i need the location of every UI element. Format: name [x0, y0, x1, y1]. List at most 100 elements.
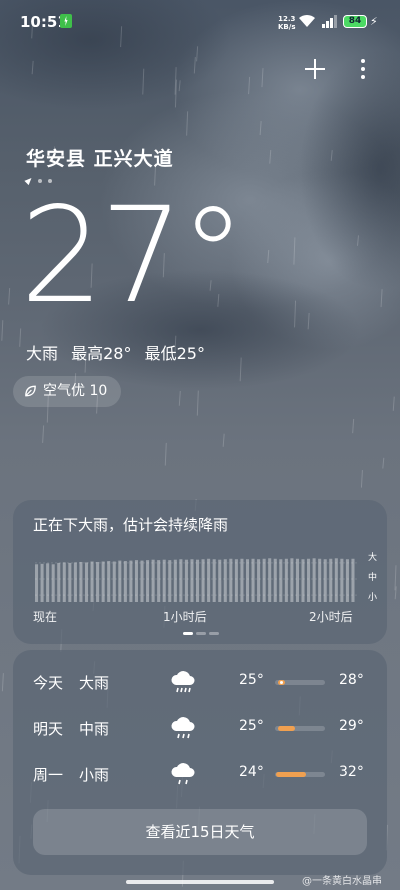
rain-streak [261, 68, 264, 88]
x-label-now: 现在 [33, 610, 58, 624]
rain-streak [394, 565, 397, 591]
precip-bar [196, 559, 200, 602]
rain-streak [164, 442, 167, 466]
light-rain-icon [171, 763, 195, 785]
scale-light: 小 [368, 593, 378, 603]
wifi-icon [299, 14, 315, 27]
rain-streak [382, 457, 385, 469]
rain-streak [380, 289, 383, 308]
forecast-condition: 中雨 [79, 720, 110, 738]
rain-streak [196, 46, 199, 62]
precip-bar [140, 560, 144, 602]
home-indicator[interactable] [126, 880, 274, 884]
condition-summary: 大雨 最高28° 最低25° [26, 340, 213, 364]
charging-bolt-icon: ⚡ [370, 15, 378, 28]
daily-forecast-card: 今天 大雨 25° 28° 明天 中雨 25° 29° 周一 小雨 24° 32… [13, 650, 387, 875]
temp-range-bar [275, 680, 325, 685]
forecast-row-today[interactable]: 今天 大雨 25° 28° [13, 662, 387, 702]
precip-bar [134, 560, 138, 602]
rain-streak [307, 312, 310, 330]
rain-streak [394, 586, 397, 600]
forecast-day: 周一 [33, 766, 64, 784]
network-speed: 12.3 KB/s [278, 15, 296, 31]
high-temp: 最高28° [71, 344, 132, 363]
rain-streak [392, 396, 395, 411]
precip-bar [218, 559, 222, 602]
watermark: @一条黄白水晶串 [302, 876, 382, 887]
air-quality-badge[interactable]: 空气优 10 [13, 376, 121, 407]
rain-streak [267, 249, 270, 264]
precip-bar [129, 560, 133, 602]
precip-bar [46, 563, 50, 602]
rain-streak [186, 111, 189, 136]
card-page-indicator [183, 632, 222, 651]
precip-bar [90, 561, 94, 602]
forecast-row-monday[interactable]: 周一 小雨 24° 32° [13, 754, 387, 794]
precip-bar [112, 561, 116, 602]
forecast-condition: 大雨 [79, 674, 110, 692]
more-menu-button[interactable] [354, 56, 372, 82]
precip-bar [107, 561, 111, 602]
forecast-high: 29° [339, 718, 364, 734]
precip-bar [62, 562, 66, 602]
add-city-button[interactable] [302, 56, 328, 82]
precip-bar [79, 561, 83, 602]
rain-streak [1, 673, 4, 692]
rain-streak [352, 418, 355, 434]
location-title[interactable]: 华安县 正兴大道 [26, 144, 174, 171]
precip-bar [51, 564, 55, 602]
precipitation-card[interactable]: 正在下大雨，估计会持续降雨 大 中 小 现在 1小时后 2小时后 [13, 500, 387, 644]
temp-range-bar [275, 726, 325, 731]
precip-bar [57, 562, 61, 602]
rain-streak [248, 76, 251, 95]
temp-range-fill [277, 726, 295, 731]
charging-app-icon [60, 14, 72, 28]
status-bar: 10:51 12.3 KB/s 84 ⚡ [0, 0, 400, 44]
precip-bar [35, 564, 39, 602]
rain-streak [178, 390, 181, 406]
temp-range-bar [275, 772, 325, 777]
forecast-low: 25° [239, 718, 264, 734]
precip-bar [162, 559, 166, 602]
precip-bar [40, 563, 44, 602]
city-page-indicator [24, 170, 58, 186]
moderate-rain-icon [171, 717, 195, 739]
rain-streak [31, 60, 34, 75]
rain-streak [196, 390, 199, 416]
battery-icon: 84 [343, 15, 367, 28]
x-label-2h: 2小时后 [309, 610, 353, 624]
rain-streak [178, 80, 181, 92]
rain-streak [357, 235, 359, 246]
forecast-row-tomorrow[interactable]: 明天 中雨 25° 29° [13, 708, 387, 748]
precip-bar [173, 559, 177, 602]
precip-bar [151, 559, 155, 602]
rain-streak [294, 300, 297, 328]
precip-bar [84, 562, 89, 602]
rain-streak [174, 67, 177, 95]
low-temp: 最低25° [144, 344, 205, 363]
precip-bar [73, 562, 77, 602]
precip-bar [101, 561, 105, 602]
precip-bar [157, 560, 161, 602]
rain-streak [259, 121, 262, 136]
x-label-1h: 1小时后 [163, 610, 207, 624]
forecast-high: 28° [339, 672, 364, 688]
rain-streak [174, 79, 177, 108]
forecast-day: 明天 [33, 720, 64, 738]
precipitation-chart [35, 558, 357, 602]
forecast-low: 24° [239, 764, 264, 780]
rain-streak [142, 68, 145, 95]
rain-streak [42, 425, 45, 443]
rain-streak [239, 357, 242, 382]
heavy-rain-icon [171, 671, 195, 693]
aqi-label: 空气优 10 [43, 383, 108, 399]
rain-streak [222, 433, 225, 447]
forecast-high: 32° [339, 764, 364, 780]
temp-range-fill [276, 772, 306, 777]
rain-streak [269, 150, 272, 164]
precipitation-title: 正在下大雨，估计会持续降雨 [33, 516, 229, 534]
forecast-day: 今天 [33, 674, 64, 692]
rain-streak [360, 470, 363, 488]
rain-streak [330, 150, 333, 161]
view-15-day-forecast-button[interactable]: 查看近15日天气 [33, 809, 367, 855]
